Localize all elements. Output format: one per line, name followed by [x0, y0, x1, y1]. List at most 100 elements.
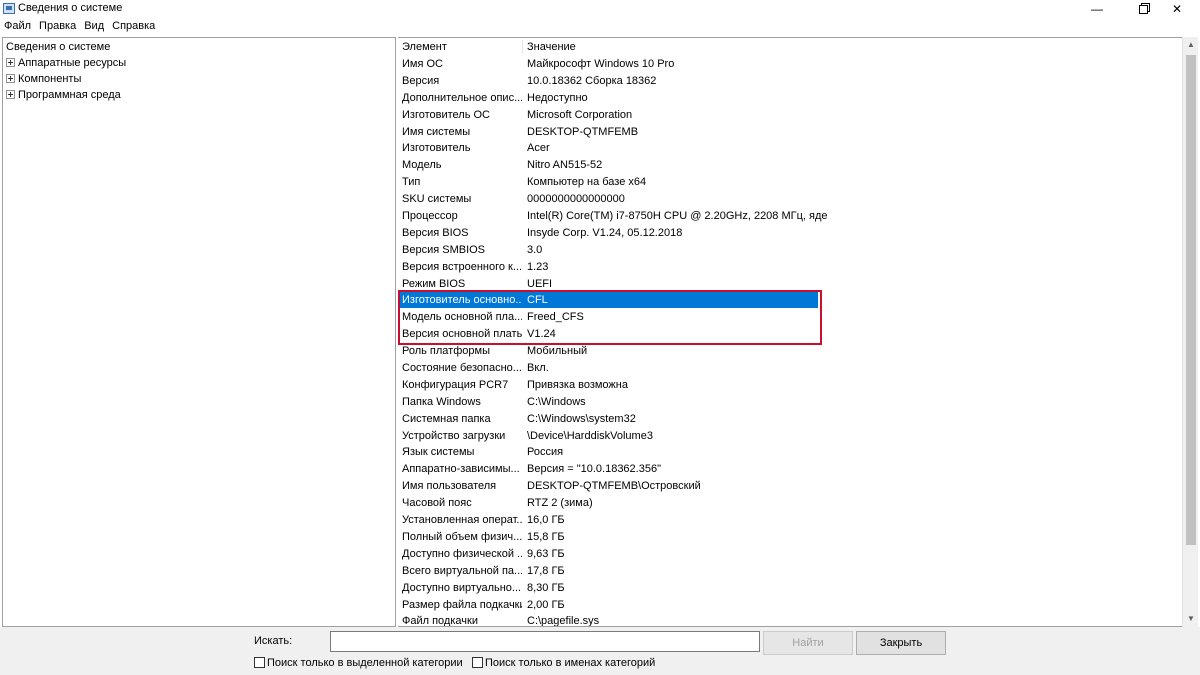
table-row[interactable]: Имя пользователя DESKTOP-QTMFEMB\Островск… — [398, 478, 1182, 495]
expand-icon[interactable] — [6, 73, 15, 83]
row-item-value: 2,00 ГБ — [527, 598, 565, 611]
tree-item-system-summary[interactable]: Сведения о системе — [6, 39, 110, 55]
table-row[interactable]: Всего виртуальной па... 17,8 ГБ — [398, 563, 1182, 580]
row-item-value: Nitro AN515-52 — [527, 159, 603, 172]
table-row[interactable]: Аппаратно-зависимы... Версия = "10.0.1836… — [398, 461, 1182, 478]
row-item-value: Недоступно — [527, 91, 588, 104]
table-row[interactable]: Версия BIOS Insyde Corp. V1.24, 05.12.201… — [398, 225, 1182, 242]
table-row[interactable]: Модель основной пла... Freed_CFS — [398, 309, 1182, 326]
table-row[interactable]: Состояние безопасно... Вкл. — [398, 360, 1182, 377]
row-item-value: Версия = "10.0.18362.356" — [527, 463, 661, 476]
menu-view[interactable]: Вид — [84, 18, 104, 36]
column-header-item[interactable]: Элемент — [398, 38, 522, 56]
table-row[interactable]: Доступно физической ... 9,63 ГБ — [398, 546, 1182, 563]
minimize-button[interactable]: — — [1074, 0, 1120, 18]
table-row[interactable]: Процессор Intel(R) Core(TM) i7-8750H CPU … — [398, 208, 1182, 225]
vertical-scrollbar[interactable]: ▲ ▼ — [1182, 37, 1198, 627]
window-title: Сведения о системе — [18, 2, 123, 14]
column-header-value[interactable]: Значение — [523, 38, 823, 56]
row-item-name: Всего виртуальной па... — [402, 564, 522, 577]
scroll-down-arrow-icon[interactable]: ▼ — [1183, 611, 1199, 627]
tree-item-label: Компоненты — [18, 73, 82, 85]
row-item-name: Полный объем физич... — [402, 530, 522, 543]
expand-icon[interactable] — [6, 89, 15, 99]
row-item-value: Мобильный — [527, 345, 588, 358]
row-item-name: Версия — [402, 74, 440, 87]
row-item-name: Модель — [402, 159, 442, 172]
category-tree: Сведения о системе Аппаратные ресурсы Ко… — [2, 37, 396, 627]
row-item-value: 10.0.18362 Сборка 18362 — [527, 74, 657, 87]
row-item-name: Процессор — [402, 210, 458, 223]
menu-file[interactable]: Файл — [4, 18, 31, 36]
tree-item-components[interactable]: Компоненты — [6, 71, 81, 87]
row-item-name: Роль платформы — [402, 345, 490, 358]
checkbox-label: Поиск только в именах категорий — [485, 657, 656, 669]
menu-help[interactable]: Справка — [112, 18, 155, 36]
row-item-value: C:\Windows\system32 — [527, 412, 636, 425]
checkbox-unchecked[interactable] — [254, 656, 265, 668]
table-row[interactable]: Папка Windows C:\Windows — [398, 394, 1182, 411]
table-row[interactable]: Установленная операт... 16,0 ГБ — [398, 512, 1182, 529]
close-window-button[interactable]: ✕ — [1154, 0, 1200, 18]
row-item-value: \Device\HarddiskVolume3 — [527, 429, 653, 442]
table-row[interactable]: Часовой пояс RTZ 2 (зима) — [398, 495, 1182, 512]
tree-item-software-environment[interactable]: Программная среда — [6, 87, 121, 103]
scroll-up-arrow-icon[interactable]: ▲ — [1183, 37, 1199, 53]
table-row[interactable]: Изготовитель Acer — [398, 140, 1182, 157]
tree-item-label: Программная среда — [18, 89, 121, 101]
table-row[interactable]: Имя системы DESKTOP-QTMFEMB — [398, 124, 1182, 141]
row-item-name: Имя системы — [402, 125, 471, 138]
table-row[interactable]: Файл подкачки C:\pagefile.sys — [398, 613, 1182, 627]
row-item-value: 9,63 ГБ — [527, 547, 565, 560]
checkbox-unchecked[interactable] — [472, 656, 483, 668]
row-item-value: Intel(R) Core(TM) i7-8750H CPU @ 2.20GHz… — [527, 210, 827, 223]
table-row[interactable]: SKU системы 0000000000000000 — [398, 191, 1182, 208]
list-rows: Имя ОС Майкрософт Windows 10 Pro Версия 10.… — [398, 56, 1182, 627]
table-row[interactable]: Имя ОС Майкрософт Windows 10 Pro — [398, 56, 1182, 73]
table-row[interactable]: Конфигурация PCR7 Привязка возможна — [398, 377, 1182, 394]
menu-edit[interactable]: Правка — [39, 18, 76, 36]
table-row[interactable]: Язык системы Россия — [398, 444, 1182, 461]
restore-icon — [1138, 5, 1148, 15]
table-row[interactable]: Доступно виртуально... 8,30 ГБ — [398, 580, 1182, 597]
tree-item-hardware-resources[interactable]: Аппаратные ресурсы — [6, 55, 126, 71]
table-row[interactable]: Версия встроенного к... 1.23 — [398, 259, 1182, 276]
search-selected-category-option[interactable]: Поиск только в выделенной категории — [254, 656, 463, 671]
find-button[interactable]: Найти — [763, 631, 853, 655]
table-row[interactable]: Режим BIOS UEFI — [398, 276, 1182, 293]
table-row[interactable]: Тип Компьютер на базе x64 — [398, 174, 1182, 191]
row-item-name: SKU системы — [402, 193, 472, 206]
row-item-name: Размер файла подкачки — [402, 598, 522, 611]
table-row[interactable]: Версия SMBIOS 3.0 — [398, 242, 1182, 259]
table-row[interactable]: Системная папка C:\Windows\system32 — [398, 411, 1182, 428]
menu-bar: Файл Правка Вид Справка — [0, 18, 1200, 36]
table-row[interactable]: Устройство загрузки \Device\HarddiskVolum… — [398, 428, 1182, 445]
search-panel: Искать: Найти Закрыть Поиск только в выд… — [0, 627, 1200, 675]
row-item-name: Часовой пояс — [402, 497, 472, 510]
search-input[interactable] — [330, 631, 760, 652]
table-row[interactable]: Дополнительное опис... Недоступно — [398, 90, 1182, 107]
row-item-value: Acer — [527, 142, 550, 155]
row-item-name: Тип — [402, 176, 421, 189]
table-row[interactable]: Полный объем физич... 15,8 ГБ — [398, 529, 1182, 546]
row-item-name: Устройство загрузки — [402, 429, 506, 442]
close-button[interactable]: Закрыть — [856, 631, 946, 655]
table-row[interactable]: Изготовитель основно... CFL — [398, 292, 1182, 309]
row-item-value: Россия — [527, 446, 564, 459]
table-row[interactable]: Изготовитель ОС Microsoft Corporation — [398, 107, 1182, 124]
row-item-value: 17,8 ГБ — [527, 564, 565, 577]
table-row[interactable]: Модель Nitro AN515-52 — [398, 157, 1182, 174]
table-row[interactable]: Версия основной платы V1.24 — [398, 326, 1182, 343]
scroll-thumb[interactable] — [1186, 55, 1196, 545]
row-item-value: Freed_CFS — [527, 311, 584, 324]
table-row[interactable]: Роль платформы Мобильный — [398, 343, 1182, 360]
title-bar: Сведения о системе — ✕ — [0, 0, 1200, 18]
table-row[interactable]: Версия 10.0.18362 Сборка 18362 — [398, 73, 1182, 90]
row-item-value: DESKTOP-QTMFEMB\Островский — [527, 480, 701, 493]
expand-icon[interactable] — [6, 57, 15, 67]
row-item-value: V1.24 — [527, 328, 556, 341]
table-row[interactable]: Размер файла подкачки 2,00 ГБ — [398, 597, 1182, 614]
row-item-name: Файл подкачки — [402, 615, 478, 627]
search-category-names-option[interactable]: Поиск только в именах категорий — [472, 656, 656, 671]
row-item-value: Привязка возможна — [527, 378, 628, 391]
